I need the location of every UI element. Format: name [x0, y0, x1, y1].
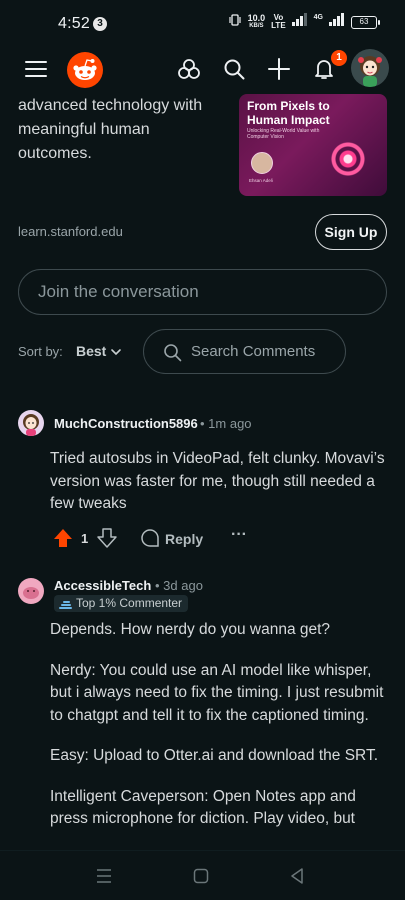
vote-count: 1 — [81, 531, 89, 546]
search-comments-button[interactable]: Search Comments — [143, 329, 346, 374]
ad-speaker-photo — [251, 152, 273, 174]
comment-avatar[interactable] — [18, 578, 44, 604]
volte-label: Vo LTE — [271, 13, 286, 30]
ad-card-subtitle: Unlocking Real-World Value with Computer… — [247, 128, 320, 140]
downvote-icon[interactable] — [97, 528, 117, 553]
comment-paragraph: Depends. How nerdy do you wanna get? — [50, 621, 331, 638]
system-nav-bar — [0, 850, 405, 900]
join-conversation-input[interactable]: Join the conversation — [18, 269, 387, 315]
reddit-logo-icon[interactable] — [66, 51, 104, 89]
status-icons: 10.0 KB/S Vo LTE 4G 63 — [228, 13, 380, 32]
comment-author[interactable]: AccessibleTech — [54, 578, 151, 593]
back-icon[interactable] — [290, 868, 304, 889]
comment-time: • 1m ago — [200, 416, 252, 431]
flair-icon — [59, 598, 72, 615]
comment-avatar[interactable] — [18, 410, 44, 436]
recent-apps-icon[interactable] — [96, 869, 112, 888]
status-bar: 4:52 3 10.0 KB/S Vo LTE 4G 63 — [0, 0, 405, 44]
network-type: 4G — [313, 14, 323, 21]
reply-icon[interactable] — [140, 528, 160, 553]
battery-icon: 63 — [351, 15, 380, 29]
comment-author[interactable]: MuchConstruction5896 — [54, 416, 198, 431]
comment-paragraph: Easy: Upload to Otter.ai and download th… — [50, 747, 378, 764]
more-options-icon[interactable]: ··· — [231, 526, 247, 544]
chevron-down-icon[interactable] — [110, 345, 122, 363]
sort-dropdown[interactable]: Best — [76, 343, 106, 359]
signup-button[interactable]: Sign Up — [315, 214, 387, 250]
comment-actions: 1 Reply ··· — [50, 524, 260, 552]
search-icon — [163, 343, 182, 367]
comment-paragraph: Nerdy: You could use an AI model like wh… — [50, 661, 384, 724]
search-icon[interactable] — [219, 54, 249, 84]
comment-body: Tried autosubs in VideoPad, felt clunky.… — [50, 450, 385, 512]
ad-domain[interactable]: learn.stanford.edu — [18, 224, 123, 239]
comment-body: Depends. How nerdy do you wanna get? Ner… — [50, 619, 390, 849]
home-icon[interactable] — [193, 868, 209, 889]
search-comments-label: Search Comments — [191, 343, 316, 360]
menu-icon[interactable] — [21, 54, 51, 84]
signal-icon-2 — [329, 13, 345, 31]
status-time: 4:52 — [58, 15, 90, 32]
net-speed: 10.0 KB/S — [247, 13, 266, 30]
communities-icon[interactable] — [174, 54, 204, 84]
app-header: 1 — [0, 44, 405, 94]
ad-card-title: From Pixels to Human Impact — [247, 99, 330, 127]
reply-button[interactable]: Reply — [165, 531, 203, 547]
ad-lens-graphic — [325, 136, 371, 182]
top-commenter-flair: Top 1% Commenter — [54, 595, 189, 615]
upvote-icon[interactable] — [53, 528, 73, 553]
user-avatar[interactable] — [351, 49, 389, 87]
ad-image[interactable]: From Pixels to Human Impact Unlocking Re… — [239, 94, 387, 196]
sort-label: Sort by: — [18, 344, 63, 359]
create-post-icon[interactable] — [264, 54, 294, 84]
signal-icon — [291, 13, 308, 31]
notification-badge: 1 — [331, 50, 347, 66]
status-notification-badge: 3 — [93, 17, 107, 31]
comment-time: • 3d ago — [155, 578, 203, 593]
ad-text[interactable]: advanced technology with meaningful huma… — [18, 94, 223, 166]
comment-paragraph: Intelligent Caveperson: Open Notes app a… — [50, 787, 356, 828]
ad-speaker-name: Ehsan Adeli — [249, 178, 273, 183]
vibrate-icon — [228, 13, 242, 32]
